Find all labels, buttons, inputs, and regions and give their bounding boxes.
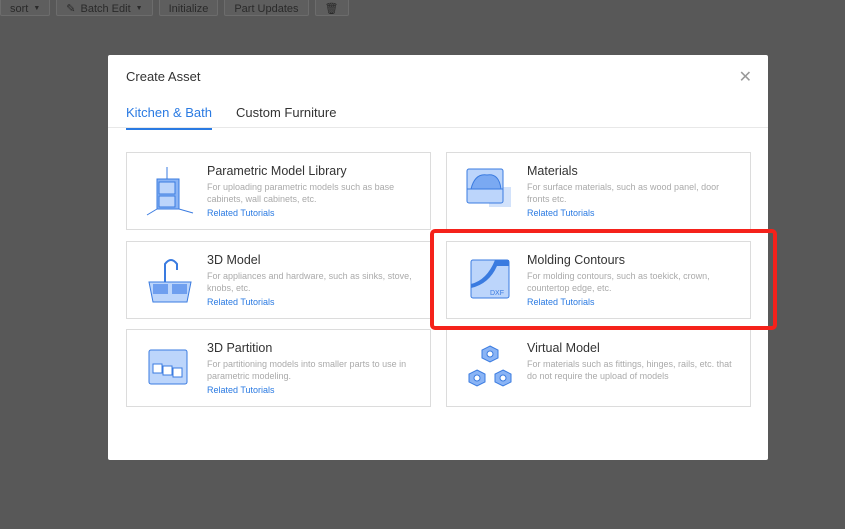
- related-tutorials-link[interactable]: Related Tutorials: [207, 385, 275, 395]
- highlight-box: [430, 229, 777, 330]
- caret-down-icon: ▼: [135, 5, 143, 12]
- partition-icon: [148, 349, 188, 385]
- card-desc: For surface materials, such as wood pane…: [527, 182, 720, 204]
- batch-edit-label: Batch Edit: [80, 2, 131, 15]
- card-title: Virtual Model: [527, 341, 600, 355]
- card-3d-model[interactable]: 3D Model For appliances and hardware, su…: [126, 241, 431, 319]
- sink-icon: [148, 259, 192, 303]
- toolbar: sort ▼ ✎ Batch Edit ▼ Initialize Part Updat…: [0, 0, 349, 16]
- sort-label: sort: [10, 2, 29, 15]
- card-desc: For uploading parametric models such as …: [207, 182, 395, 204]
- initialize-button[interactable]: Initialize: [158, 0, 219, 16]
- hex-nuts-icon: [468, 345, 512, 387]
- card-title: 3D Partition: [207, 341, 273, 355]
- card-desc: For appliances and hardware, such as sin…: [207, 271, 412, 293]
- edit-icon: ✎: [66, 3, 76, 15]
- card-title: 3D Model: [207, 253, 261, 267]
- part-updates-button[interactable]: Part Updates: [224, 0, 309, 16]
- related-tutorials-link[interactable]: Related Tutorials: [527, 208, 595, 218]
- card-virtual-model[interactable]: Virtual Model For materials such as fitt…: [446, 329, 751, 407]
- modal-title: Create Asset: [126, 69, 201, 84]
- delete-button[interactable]: 🗑: [314, 0, 349, 16]
- card-3d-partition[interactable]: 3D Partition For partitioning models int…: [126, 329, 431, 407]
- card-title: Materials: [527, 164, 578, 178]
- caret-down-icon: ▼: [33, 5, 41, 12]
- batch-edit-button[interactable]: ✎ Batch Edit ▼: [56, 0, 153, 16]
- divider: [108, 127, 768, 128]
- card-materials[interactable]: Materials For surface materials, such as…: [446, 152, 751, 230]
- sort-button[interactable]: sort ▼: [0, 0, 51, 16]
- close-icon[interactable]: ✕: [739, 67, 752, 87]
- cabinet-icon: [146, 167, 194, 216]
- related-tutorials-link[interactable]: Related Tutorials: [207, 208, 275, 218]
- card-parametric-model-library[interactable]: Parametric Model Library For uploading p…: [126, 152, 431, 230]
- card-desc: For partitioning models into smaller par…: [207, 359, 407, 381]
- card-title: Parametric Model Library: [207, 164, 347, 178]
- materials-icon: [466, 168, 511, 207]
- trash-icon: 🗑: [324, 3, 339, 15]
- related-tutorials-link[interactable]: Related Tutorials: [207, 297, 275, 307]
- card-desc: For materials such as fittings, hinges, …: [527, 359, 732, 381]
